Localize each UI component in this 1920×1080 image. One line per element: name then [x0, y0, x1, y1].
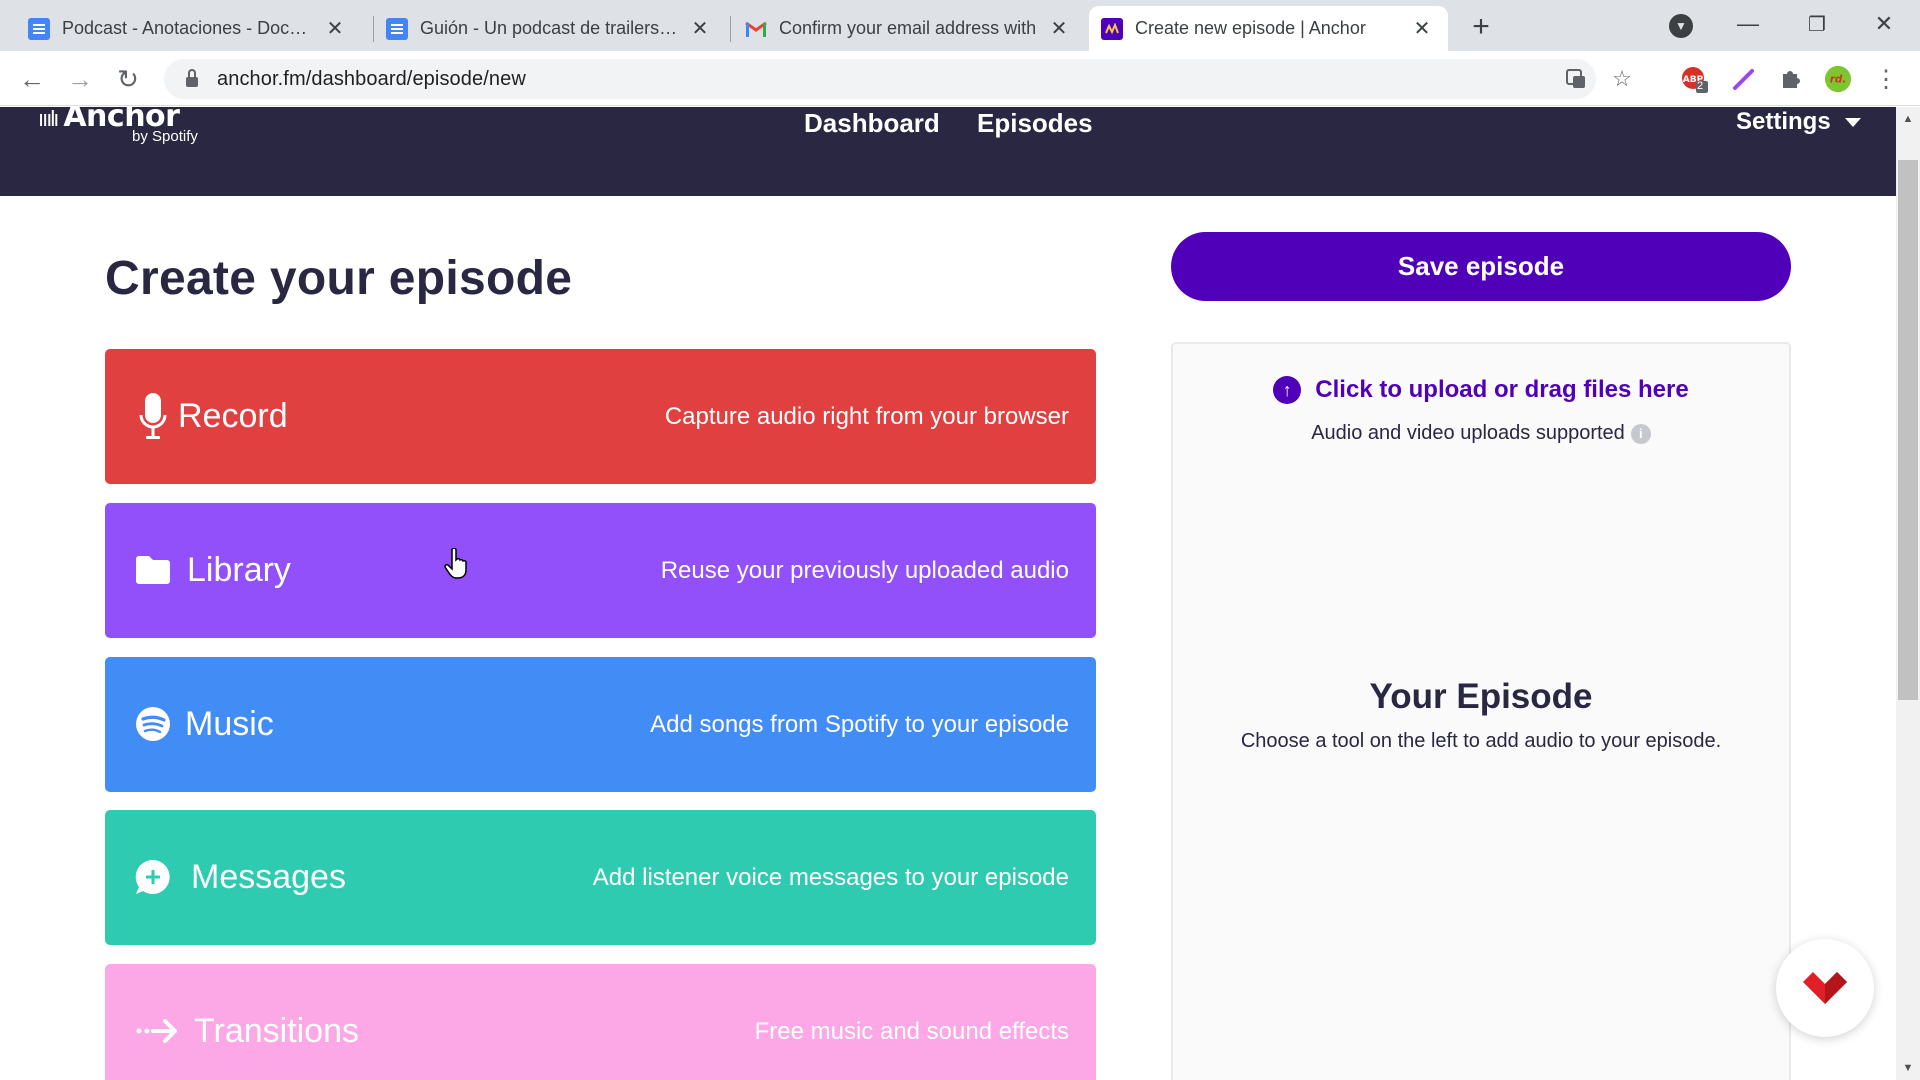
page-content: ııılı Anchor by Spotify Dashboard Episode… [0, 107, 1896, 1080]
restore-icon[interactable]: ❐ [1797, 6, 1837, 42]
browser-toolbar: ← → ↻ anchor.fm/dashboard/episode/new ☆ … [0, 51, 1920, 106]
minimize-icon[interactable]: — [1728, 6, 1768, 42]
svg-text:rd.: rd. [1830, 74, 1846, 86]
google-docs-icon [28, 17, 50, 40]
tab-title: Confirm your email address with [779, 18, 1037, 38]
gmail-icon [745, 18, 767, 40]
anchor-logo[interactable]: ııılı Anchor by Spotify [38, 107, 198, 145]
lock-icon [186, 69, 198, 87]
tool-name: Transitions [194, 1012, 360, 1050]
browser-menu-icon[interactable]: ⋮ [1872, 65, 1900, 93]
episode-subtitle: Choose a tool on the left to add audio t… [1240, 730, 1722, 752]
tool-description: Add listener voice messages to your epis… [592, 863, 1069, 891]
window-close-icon[interactable]: ✕ [1864, 6, 1904, 42]
tool-description: Reuse your previously uploaded audio [660, 556, 1069, 584]
url-text: anchor.fm/dashboard/episode/new [217, 67, 526, 90]
scrollbar-thumb[interactable] [1898, 160, 1918, 700]
settings-menu[interactable]: Settings [1736, 108, 1861, 136]
tab-title: Guión - Un podcast de trailers - I [420, 18, 680, 38]
record-tool-button[interactable]: Record Capture audio right from your bro… [105, 349, 1096, 484]
transitions-tool-button[interactable]: Transitions Free music and sound effects [105, 964, 1096, 1080]
browser-tab-bar: Podcast - Anotaciones - Docume ✕ Guión -… [0, 0, 1920, 51]
close-icon[interactable]: ✕ [323, 17, 347, 41]
close-icon[interactable]: ✕ [1047, 17, 1071, 41]
translate-icon[interactable] [1562, 65, 1590, 93]
save-episode-button[interactable]: Save episode [1171, 232, 1791, 301]
browser-tab-gmail[interactable]: Confirm your email address with ✕ [733, 6, 1085, 51]
nav-episodes[interactable]: Episodes [977, 108, 1093, 139]
arrow-right-icon [131, 1006, 183, 1056]
tool-description: Add songs from Spotify to your episode [650, 710, 1069, 738]
back-arrow-icon[interactable]: ← [14, 61, 50, 97]
anchor-icon [1101, 17, 1123, 40]
upload-dropzone[interactable]: ↑ Click to upload or drag files here [1173, 376, 1789, 404]
music-tool-button[interactable]: Music Add songs from Spotify to your epi… [105, 657, 1096, 792]
new-tab-plus-icon[interactable]: + [1464, 10, 1498, 44]
tab-search-chevron-icon[interactable]: ▼ [1669, 14, 1693, 38]
library-tool-button[interactable]: Library Reuse your previously uploaded a… [105, 503, 1096, 638]
upload-label: Click to upload or drag files here [1315, 376, 1689, 403]
upload-subtitle: Audio and video uploads supported [1311, 422, 1625, 444]
info-icon[interactable]: i [1630, 423, 1651, 444]
tool-description: Capture audio right from your browser [664, 402, 1069, 430]
reload-icon[interactable]: ↻ [110, 61, 146, 97]
extensions-puzzle-icon[interactable] [1776, 65, 1804, 93]
tab-title: Create new episode | Anchor [1135, 18, 1366, 38]
scroll-down-arrow-icon[interactable]: ▼ [1900, 1060, 1916, 1076]
folder-icon [131, 545, 175, 595]
episode-title: Your Episode [1369, 677, 1593, 716]
extension-badge: 2 [1697, 80, 1704, 92]
anchor-wave-icon: ııılı [38, 107, 59, 131]
tab-separator [730, 16, 731, 42]
anchor-header: ııılı Anchor by Spotify Dashboard Episode… [0, 107, 1896, 196]
upload-arrow-icon: ↑ [1273, 376, 1302, 404]
tab-title: Podcast - Anotaciones - Docume [62, 18, 315, 38]
browser-tab-anchor[interactable]: Create new episode | Anchor ✕ [1089, 6, 1448, 51]
message-plus-icon [131, 852, 175, 902]
close-icon[interactable]: ✕ [688, 17, 712, 41]
browser-tab-guion[interactable]: Guión - Un podcast de trailers - I ✕ [374, 6, 726, 51]
nav-dashboard[interactable]: Dashboard [804, 108, 940, 139]
hand-cursor-icon [444, 547, 468, 585]
pen-extension-icon[interactable] [1730, 65, 1758, 93]
tool-name: Record [178, 397, 288, 435]
upload-subtitle-row: Audio and video uploads supported i [1173, 422, 1789, 445]
messages-tool-button[interactable]: Messages Add listener voice messages to … [105, 810, 1096, 945]
episode-panel: ↑ Click to upload or drag files here Aud… [1171, 342, 1791, 1080]
tool-name: Library [187, 551, 291, 589]
browser-tab-podcast-anotaciones[interactable]: Podcast - Anotaciones - Docume ✕ [16, 6, 361, 51]
tool-description: Free music and sound effects [754, 1017, 1069, 1045]
profile-avatar-icon[interactable]: rd. [1824, 65, 1852, 93]
logo-subtitle: by Spotify [132, 128, 198, 145]
help-chat-button[interactable] [1776, 939, 1874, 1037]
spotify-icon [131, 699, 175, 749]
page-title: Create your episode [105, 252, 573, 305]
adblock-extension-icon[interactable]: ABP 2 [1680, 65, 1708, 93]
forward-arrow-icon[interactable]: → [62, 61, 98, 97]
caret-down-icon [1844, 117, 1861, 127]
bookmark-star-icon[interactable]: ☆ [1608, 65, 1636, 93]
scroll-up-arrow-icon[interactable]: ▲ [1900, 111, 1916, 127]
google-docs-icon [386, 17, 408, 40]
tool-name: Music [185, 705, 274, 743]
address-bar[interactable]: anchor.fm/dashboard/episode/new ☆ [164, 59, 1632, 99]
heart-logo-icon [1803, 972, 1847, 1004]
microphone-icon [131, 391, 175, 441]
close-icon[interactable]: ✕ [1410, 17, 1434, 41]
tool-name: Messages [191, 858, 346, 896]
settings-label: Settings [1736, 108, 1831, 135]
